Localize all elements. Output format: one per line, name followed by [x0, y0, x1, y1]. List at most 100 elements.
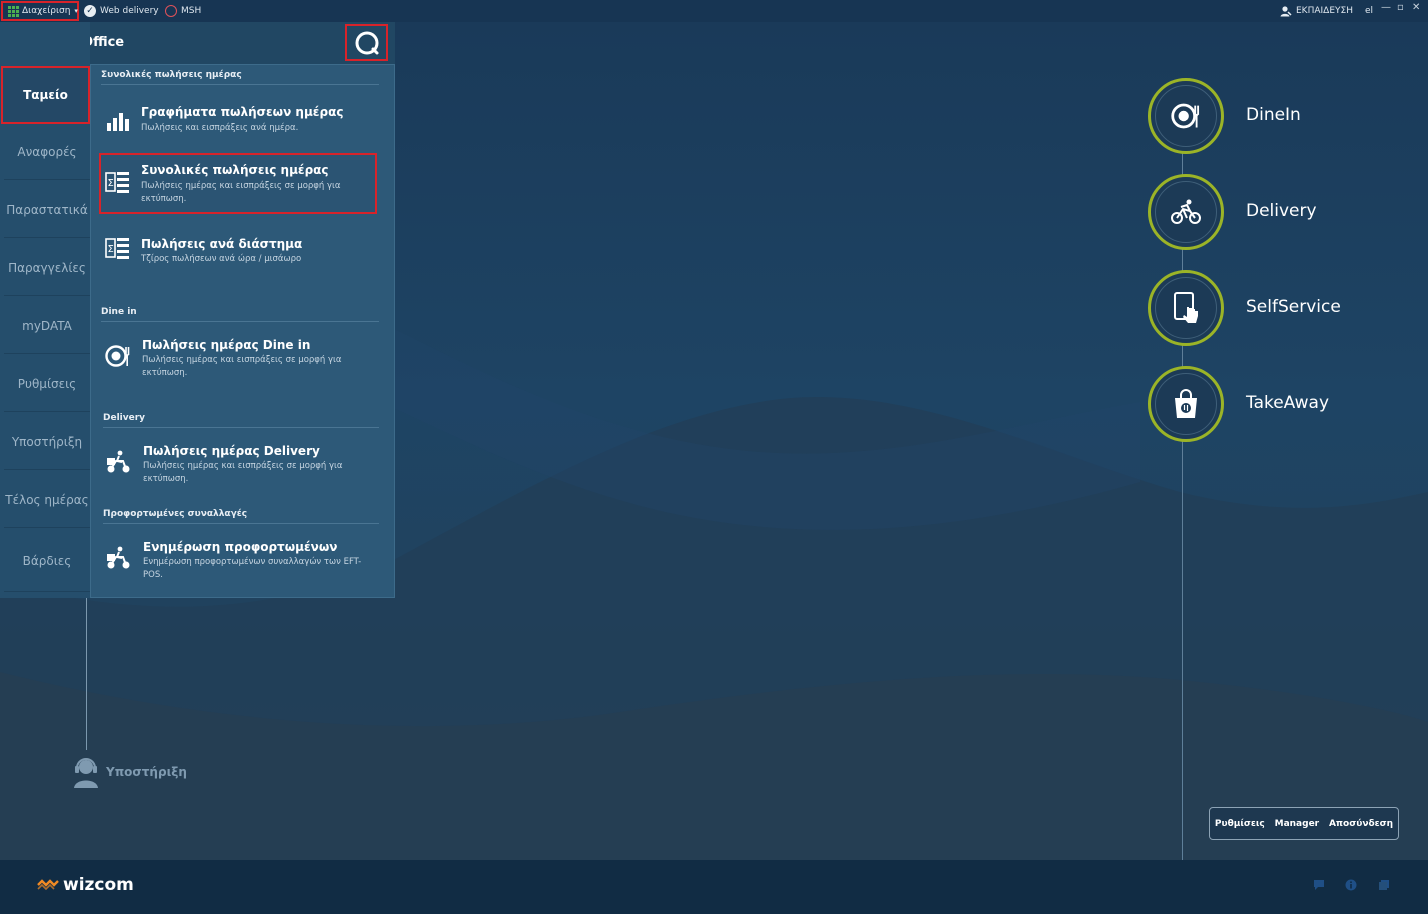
service-connector-line: [1182, 150, 1183, 860]
maximize-button[interactable]: ▫: [1397, 2, 1404, 13]
search-icon: [355, 31, 378, 54]
admin-menu-button[interactable]: Διαχείριση ▾: [1, 1, 79, 21]
support-link[interactable]: Υποστήριξη: [72, 756, 187, 788]
windows-icon[interactable]: [1378, 879, 1390, 891]
support-connector-line: [86, 598, 87, 750]
menu-item-sales-by-period[interactable]: Σ Πωλήσεις ανά διάστημα Τζίρος πωλήσεων …: [99, 227, 377, 275]
sidebar-item-orders[interactable]: Παραγγελίες: [4, 240, 90, 296]
menu-item-desc: Ενημέρωση προφορτωμένων συναλλαγών των E…: [143, 557, 362, 580]
service-label: DineIn: [1246, 105, 1301, 125]
sidebar-item-label: Αναφορές: [17, 144, 77, 159]
action-group: Ρυθμίσεις Manager Αποσύνδεση: [1209, 807, 1399, 840]
msh-label: MSH: [181, 6, 202, 16]
msh-status[interactable]: MSH: [165, 0, 201, 22]
bicycle-icon: [1171, 199, 1201, 224]
service-label: SelfService: [1246, 297, 1341, 317]
dinein-icon: [105, 345, 130, 367]
menu-item-dinein-sales[interactable]: Πωλήσεις ημέρας Dine in Πωλήσεις ημέρας …: [99, 331, 377, 387]
scooter-icon: [107, 450, 130, 473]
menu-panel: Συνολικές πωλήσεις ημέρας Γραφήματα πωλή…: [90, 64, 395, 598]
headset-icon: [74, 758, 98, 788]
close-button[interactable]: ✕: [1412, 2, 1420, 13]
menu-item-title: Ενημέρωση προφορτωμένων: [143, 540, 338, 554]
service-label: Delivery: [1246, 201, 1317, 221]
manager-button[interactable]: Manager: [1275, 819, 1320, 829]
section-title: Προφορτωμένες συναλλαγές: [103, 509, 248, 519]
web-delivery-label: Web delivery: [100, 6, 159, 16]
chat-icon[interactable]: [1313, 879, 1325, 891]
sidebar-item-settings[interactable]: Ρυθμίσεις: [4, 356, 90, 412]
section-title: Συνολικές πωλήσεις ημέρας: [101, 70, 242, 80]
service-dinein-badge: [1148, 78, 1224, 154]
scooter-icon: [107, 546, 130, 569]
sidebar-item-label: Βάρδιες: [22, 553, 72, 568]
menu-item-desc: Τζίρος πωλήσεων ανά ώρα / μισάωρο: [141, 254, 302, 264]
section-divider: [101, 321, 379, 322]
menu-item-title: Γραφήματα πωλήσεων ημέρας: [141, 105, 344, 119]
service-delivery[interactable]: Delivery: [1148, 174, 1317, 250]
menu-item-delivery-sales[interactable]: Πωλήσεις ημέρας Delivery Πωλήσεις ημέρας…: [99, 437, 377, 493]
search-button[interactable]: [345, 24, 388, 61]
sidebar: Ταμείο Αναφορές Παραστατικά Παραγγελίες …: [0, 22, 90, 598]
sum-list-icon: Σ: [105, 238, 129, 259]
svg-text:Σ: Σ: [108, 244, 114, 255]
service-selfservice[interactable]: SelfService: [1148, 270, 1341, 346]
brand-name: wizcom: [63, 875, 134, 895]
sidebar-item-label: Παραγγελίες: [8, 260, 86, 275]
section-divider: [103, 523, 379, 524]
menu-item-daily-sales-charts[interactable]: Γραφήματα πωλήσεων ημέρας Πωλήσεις και ε…: [99, 95, 377, 143]
sidebar-item-end-of-day[interactable]: Τέλος ημέρας: [4, 472, 90, 528]
sidebar-item-label: Υποστήριξη: [11, 434, 83, 449]
sidebar-item-label: Ταμείο: [23, 88, 68, 102]
top-bar: Διαχείριση ▾ ✓ Web delivery MSH ΕΚΠΑΙΔΕΥ…: [0, 0, 1428, 22]
user-name: ΕΚΠΑΙΔΕΥΣΗ: [1296, 6, 1353, 16]
bar-chart-icon: [107, 113, 129, 131]
service-takeaway[interactable]: TakeAway: [1148, 366, 1329, 442]
info-icon[interactable]: [1345, 879, 1357, 891]
brand-logo: wizcom: [37, 875, 134, 895]
language-indicator[interactable]: el: [1365, 0, 1373, 22]
settings-button[interactable]: Ρυθμίσεις: [1215, 819, 1265, 829]
language-label: el: [1365, 6, 1374, 16]
svg-text:Σ: Σ: [108, 178, 114, 189]
sidebar-item-support[interactable]: Υποστήριξη: [4, 414, 90, 470]
sidebar-item-label: myDATA: [22, 318, 72, 333]
support-label: Υποστήριξη: [106, 765, 187, 779]
logout-button[interactable]: Αποσύνδεση: [1329, 819, 1393, 829]
minimize-button[interactable]: —: [1381, 2, 1391, 13]
sidebar-item-label: Τέλος ημέρας: [5, 492, 89, 507]
sidebar-item-reports[interactable]: Αναφορές: [4, 124, 90, 180]
circle-outline-icon: [165, 5, 177, 17]
menu-item-update-preloaded[interactable]: Ενημέρωση προφορτωμένων Ενημέρωση προφορ…: [99, 533, 377, 589]
sidebar-item-label: Ρυθμίσεις: [17, 376, 77, 391]
service-dinein[interactable]: DineIn: [1148, 78, 1301, 154]
user-icon: [1280, 6, 1292, 17]
menu-item-total-daily-sales[interactable]: Σ Συνολικές πωλήσεις ημέρας Πωλήσεις ημέ…: [99, 153, 377, 214]
user-indicator[interactable]: ΕΚΠΑΙΔΕΥΣΗ: [1280, 0, 1353, 22]
menu-item-title: Πωλήσεις ανά διάστημα: [141, 237, 303, 251]
sidebar-item-label: Παραστατικά: [6, 202, 88, 217]
admin-menu-label: Διαχείριση: [22, 6, 71, 16]
menu-item-title: Πωλήσεις ημέρας Dine in: [142, 338, 311, 352]
section-divider: [103, 427, 379, 428]
wizcom-logo-icon: [37, 879, 59, 891]
section-title: Delivery: [103, 413, 146, 423]
service-label: TakeAway: [1246, 393, 1330, 413]
tablet-touch-icon: [1174, 292, 1198, 323]
menu-item-title: Συνολικές πωλήσεις ημέρας: [141, 163, 329, 177]
sum-list-icon: Σ: [105, 172, 129, 193]
sidebar-item-shifts[interactable]: Βάρδιες: [4, 530, 90, 592]
menu-item-desc: Πωλήσεις και εισπράξεις ανά ημέρα.: [141, 123, 299, 133]
section-divider: [101, 84, 379, 85]
menu-item-desc: Πωλήσεις ημέρας και εισπράξεις σε μορφή …: [141, 181, 341, 204]
web-delivery-status[interactable]: ✓ Web delivery: [84, 0, 159, 22]
menu-item-desc: Πωλήσεις ημέρας και εισπράξεις σε μορφή …: [142, 355, 342, 378]
check-circle-icon: ✓: [84, 5, 96, 17]
caret-down-icon: ▾: [74, 7, 78, 15]
sidebar-item-tameio[interactable]: Ταμείο: [1, 66, 90, 124]
menu-item-desc: Πωλήσεις ημέρας και εισπράξεις σε μορφή …: [143, 461, 343, 484]
service-selfservice-badge: [1148, 270, 1224, 346]
footer: wizcom: [0, 860, 1428, 914]
sidebar-item-mydata[interactable]: myDATA: [4, 298, 90, 354]
sidebar-item-documents[interactable]: Παραστατικά: [4, 182, 90, 238]
